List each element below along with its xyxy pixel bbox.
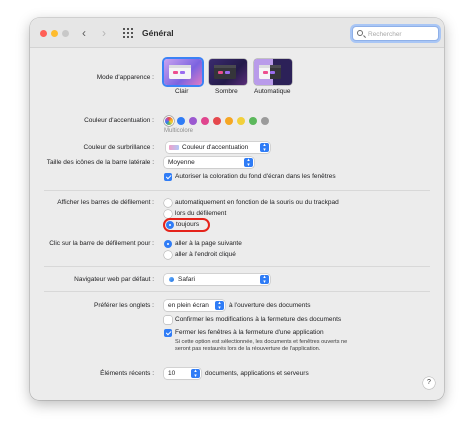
annotation-highlight-ring [163, 218, 210, 232]
scrollbars-label: Afficher les barres de défilement : [57, 199, 154, 206]
wallpaper-tinting-label[interactable]: Autoriser la coloration du fond d'écran … [175, 173, 336, 180]
accent-swatch-green[interactable] [249, 117, 257, 125]
help-button[interactable]: ? [423, 377, 435, 389]
prefer-tabs-suffix: à l'ouverture des documents [229, 302, 311, 309]
sidebar-icon-size-value: Moyenne [168, 159, 195, 166]
accent-swatch-red[interactable] [213, 117, 221, 125]
chevron-up-down-icon: ▴ ▾ [191, 369, 200, 378]
accent-swatch-graphite[interactable] [261, 117, 269, 125]
search-icon [357, 30, 363, 36]
minimize-window-button[interactable] [51, 30, 58, 37]
highlight-color-popup[interactable]: Couleur d'accentuation ▴ ▾ [166, 142, 270, 153]
appearance-label: Mode d'apparence : [96, 74, 154, 81]
appearance-option-sombre[interactable]: Sombre [215, 88, 238, 95]
close-window-button[interactable] [40, 30, 47, 37]
recent-items-popup[interactable]: 10 ▴ ▾ [164, 368, 201, 379]
click-scrollbar-label: Clic sur la barre de défilement pour : [49, 240, 154, 247]
default-browser-popup[interactable]: Safari ▴ ▾ [164, 274, 270, 285]
highlight-color-preview [169, 145, 179, 150]
appearance-clair-thumbnail[interactable] [164, 59, 202, 85]
accent-swatch-purple[interactable] [189, 117, 197, 125]
accent-caption: Multicolore [164, 128, 194, 134]
scrollbars-auto-label[interactable]: automatiquement en fonction de la souris… [175, 199, 339, 206]
search-input[interactable] [368, 29, 436, 39]
appearance-automatique-thumbnail[interactable] [254, 59, 292, 85]
accent-swatch-pink[interactable] [201, 117, 209, 125]
appearance-option-clair[interactable]: Clair [175, 88, 188, 95]
sidebar-icon-size-label: Taille des icônes de la barre latérale : [46, 159, 154, 166]
section-divider [44, 266, 430, 267]
search-field[interactable] [352, 26, 439, 41]
chevron-up-down-icon: ▴ ▾ [260, 143, 269, 152]
default-browser-label: Navigateur web par défaut : [74, 276, 154, 283]
appearance-option-automatique[interactable]: Automatique [254, 88, 291, 95]
click-spot-radio[interactable] [164, 251, 172, 259]
click-next-page-radio[interactable] [164, 240, 172, 248]
section-divider [44, 291, 430, 292]
prefer-tabs-popup[interactable]: en plein écran ▴ ▾ [164, 300, 225, 311]
accent-color-label: Couleur d'accentuation : [84, 117, 154, 124]
chevron-right-icon[interactable]: › [102, 26, 106, 40]
close-windows-checkbox[interactable] [164, 329, 172, 337]
click-spot-label[interactable]: aller à l'endroit cliqué [175, 251, 236, 258]
zoom-window-button[interactable] [62, 30, 69, 37]
scrollbars-auto-radio[interactable] [164, 199, 172, 207]
highlight-color-value: Couleur d'accentuation [182, 144, 249, 151]
close-windows-note: Si cette option est sélectionnée, les do… [175, 339, 348, 353]
confirm-changes-checkbox[interactable] [164, 316, 172, 324]
section-divider [44, 190, 430, 191]
window-title: Général [142, 28, 174, 38]
accent-swatch-multicolor[interactable] [165, 117, 173, 125]
prefer-tabs-value: en plein écran [168, 302, 209, 309]
show-all-grid-icon[interactable] [123, 28, 133, 38]
accent-swatch-orange[interactable] [225, 117, 233, 125]
sidebar-icon-size-popup[interactable]: Moyenne ▴ ▾ [164, 157, 254, 168]
chevron-left-icon[interactable]: ‹ [82, 26, 86, 40]
appearance-sombre-thumbnail[interactable] [209, 59, 247, 85]
safari-compass-icon [169, 277, 174, 282]
recent-items-label: Éléments récents : [100, 370, 154, 377]
scrollbars-scrolling-radio[interactable] [164, 210, 172, 218]
preferences-window: ‹ › Général Mode d'apparence : Clair Som… [30, 18, 444, 400]
click-next-page-label[interactable]: aller à la page suivante [175, 240, 242, 247]
scrollbars-scrolling-label[interactable]: lors du défilement [175, 210, 226, 217]
chevron-up-down-icon: ▴ ▾ [260, 275, 269, 284]
accent-swatch-yellow[interactable] [237, 117, 245, 125]
prefer-tabs-label: Préférer les onglets : [94, 302, 154, 309]
confirm-changes-label[interactable]: Confirmer les modifications à la fermetu… [175, 316, 341, 323]
accent-swatch-blue[interactable] [177, 117, 185, 125]
title-bar: ‹ › Général [30, 18, 444, 48]
recent-items-suffix: documents, applications et serveurs [205, 370, 309, 377]
chevron-up-down-icon: ▴ ▾ [244, 158, 253, 167]
close-windows-label[interactable]: Fermer les fenêtres à la fermeture d'une… [175, 329, 324, 336]
highlight-color-label: Couleur de surbrillance : [83, 144, 154, 151]
default-browser-value: Safari [178, 276, 195, 283]
recent-items-value: 10 [168, 370, 176, 377]
chevron-up-down-icon: ▴ ▾ [215, 301, 224, 310]
wallpaper-tinting-checkbox[interactable] [164, 173, 172, 181]
